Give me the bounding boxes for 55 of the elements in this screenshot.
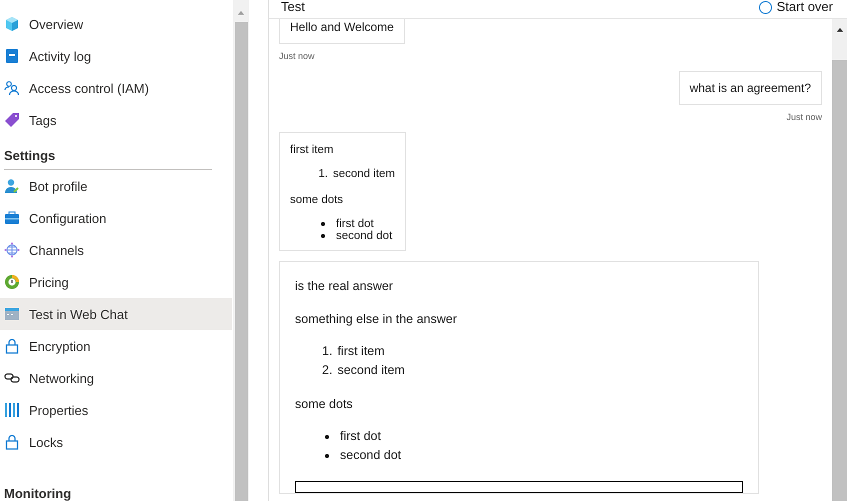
user-icon bbox=[4, 178, 20, 194]
scroll-up-icon[interactable] bbox=[836, 27, 844, 32]
window-icon bbox=[4, 306, 20, 322]
sidebar-item[interactable]: Properties bbox=[0, 394, 232, 426]
message-text: is the real answer bbox=[295, 278, 394, 294]
sidebar-item[interactable]: Pricing bbox=[0, 266, 232, 298]
cube-icon bbox=[4, 16, 20, 32]
coin-icon bbox=[4, 274, 20, 290]
sidebar-item[interactable]: Networking bbox=[0, 362, 232, 394]
message-text: something else in the answer bbox=[295, 311, 458, 327]
sidebar-item[interactable]: Channels bbox=[0, 234, 232, 266]
scrollbar[interactable] bbox=[233, 0, 249, 501]
tag-icon bbox=[4, 112, 20, 128]
sidebar-item[interactable]: Activity log bbox=[0, 40, 232, 72]
sidebar-item[interactable]: Locks bbox=[0, 426, 232, 458]
sidebar-item[interactable]: Access control (IAM) bbox=[0, 72, 232, 104]
list-item: first item bbox=[337, 343, 385, 360]
briefcase-icon bbox=[4, 210, 20, 226]
list-item: second item bbox=[333, 168, 396, 180]
section-heading: Monitoring bbox=[3, 485, 72, 501]
document-icon bbox=[4, 48, 20, 64]
scrollbar-thumb[interactable] bbox=[234, 22, 248, 501]
people-icon bbox=[4, 80, 20, 96]
list-number: 2. bbox=[322, 362, 332, 379]
bars-icon bbox=[4, 402, 20, 418]
list-item: first dot bbox=[336, 218, 374, 230]
message-text: some dots bbox=[290, 193, 344, 208]
message-text: Hello and Welcome bbox=[290, 19, 394, 35]
list-item: second dot bbox=[336, 230, 392, 242]
sidebar-item[interactable]: Overview bbox=[0, 8, 232, 40]
message-text: what is an agreement? bbox=[690, 80, 811, 96]
section-heading: Settings bbox=[3, 147, 56, 165]
timestamp: Just now bbox=[279, 51, 315, 61]
list-item: second item bbox=[337, 362, 405, 379]
bullet-icon bbox=[321, 234, 325, 238]
message-text: some dots bbox=[295, 396, 354, 412]
lock-icon bbox=[4, 338, 20, 354]
sidebar-item[interactable]: Encryption bbox=[0, 330, 232, 362]
list-item: second dot bbox=[340, 447, 402, 464]
lock-icon bbox=[4, 434, 20, 450]
timestamp: Just now bbox=[786, 112, 822, 122]
sidebar-item[interactable]: Tags bbox=[0, 104, 232, 136]
sidebar-item[interactable]: Test in Web Chat bbox=[0, 298, 232, 330]
start-over-button[interactable]: Start over bbox=[758, 0, 833, 14]
globe-icon bbox=[4, 242, 20, 258]
sidebar-item[interactable]: Configuration bbox=[0, 202, 232, 234]
list-number: 1. bbox=[322, 343, 332, 360]
bullet-icon bbox=[321, 222, 325, 226]
bullet-icon bbox=[325, 454, 329, 458]
panel-title: Test bbox=[281, 0, 305, 14]
bullet-icon bbox=[325, 434, 329, 438]
message-text: first item bbox=[290, 143, 334, 158]
list-item: first dot bbox=[340, 428, 381, 445]
sidebar-item[interactable]: Bot profile bbox=[0, 170, 232, 202]
list-number: 1. bbox=[318, 168, 328, 180]
